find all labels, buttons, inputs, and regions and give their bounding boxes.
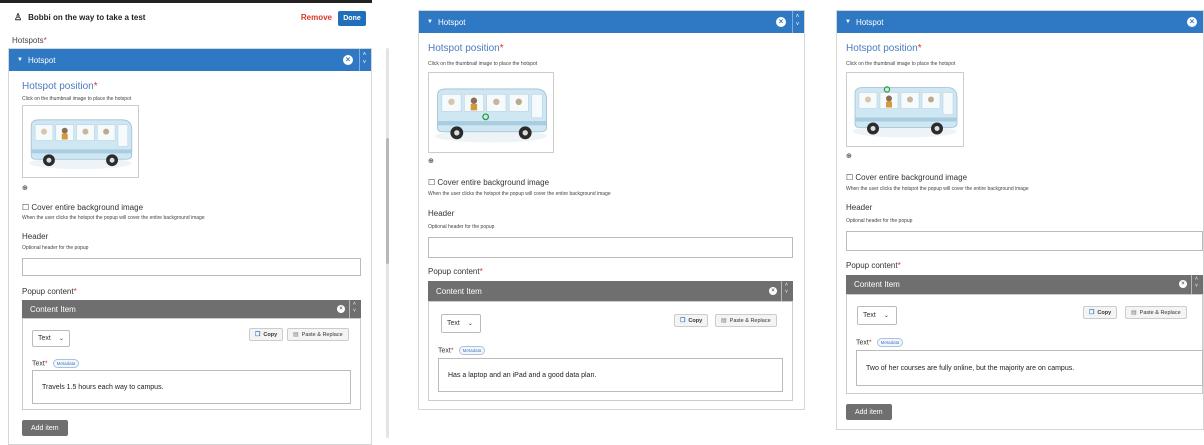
paste-icon: ▤ bbox=[293, 332, 299, 338]
bus-image[interactable] bbox=[22, 105, 139, 178]
header-hint: Optional header for the popup bbox=[846, 218, 913, 224]
hotspot-thumbnail[interactable] bbox=[22, 105, 139, 178]
paste-icon: ▤ bbox=[721, 318, 727, 324]
bus-image[interactable] bbox=[428, 73, 554, 152]
chevron-down-icon: ⌄ bbox=[58, 336, 64, 342]
header-input[interactable] bbox=[428, 237, 793, 258]
metadata-badge[interactable]: Metadata bbox=[876, 338, 904, 347]
zoom-in-icon[interactable]: ⊕ bbox=[428, 157, 434, 165]
reorder-arrows-icon[interactable]: ˄ ˅ bbox=[1191, 275, 1201, 294]
hotspot-editor-panel-3: ▼ Hotspot × Hotspot position* Click on t… bbox=[836, 10, 1204, 430]
popup-text-area[interactable]: Two of her courses are fully online, but… bbox=[856, 350, 1203, 386]
copy-icon: ❐ bbox=[255, 332, 261, 338]
close-circle-icon[interactable]: × bbox=[343, 55, 353, 65]
add-item-button[interactable]: Add item bbox=[846, 404, 892, 420]
person-icon: ♙ bbox=[14, 12, 23, 22]
header-input[interactable] bbox=[846, 231, 1203, 251]
hotspot-thumbnail[interactable] bbox=[846, 72, 964, 147]
content-item-header[interactable]: Content Item × ˄ ˅ bbox=[22, 300, 361, 318]
copy-button[interactable]: ❐ Copy bbox=[1083, 306, 1118, 319]
caret-down-icon[interactable]: ▼ bbox=[17, 57, 23, 63]
content-type-select[interactable]: Text ⌄ bbox=[441, 314, 481, 333]
reorder-arrows-icon[interactable]: ˄ ˅ bbox=[781, 281, 791, 301]
cover-background-checkbox[interactable]: ☐ Cover entire background image bbox=[22, 203, 143, 212]
hotspot-editor-panel-1: ♙ Bobbi on the way to take a test Remove… bbox=[0, 0, 389, 445]
reorder-arrows-icon[interactable]: ˄ ˅ bbox=[349, 300, 359, 318]
close-circle-icon[interactable]: × bbox=[1187, 17, 1197, 27]
popup-text-area[interactable]: Has a laptop and an iPad and a good data… bbox=[438, 358, 783, 392]
required-marker: * bbox=[43, 36, 47, 45]
hotspot-card: ▼ Hotspot × ˄ ˅ Hotspot position* Click o… bbox=[418, 10, 805, 410]
hotspot-card-header[interactable]: ▼ Hotspot × ˄ ˅ bbox=[9, 49, 371, 71]
cover-background-description: When the user clicks the hotspot the pop… bbox=[22, 215, 205, 221]
content-type-select[interactable]: Text ⌄ bbox=[32, 330, 70, 347]
hotspot-card: ▼ Hotspot × ˄ ˅ Hotspot position* Click o… bbox=[8, 48, 372, 445]
content-type-select[interactable]: Text ⌄ bbox=[857, 306, 897, 325]
close-circle-icon[interactable]: × bbox=[1179, 280, 1187, 288]
hotspot-position-title: Hotspot position* bbox=[846, 43, 922, 54]
caret-down-icon[interactable]: ▼ bbox=[845, 19, 851, 25]
chevron-down-icon: ⌄ bbox=[467, 321, 473, 327]
metadata-badge[interactable]: Metadata bbox=[458, 346, 486, 355]
copy-button[interactable]: ❐ Copy bbox=[249, 328, 284, 341]
close-circle-icon[interactable]: × bbox=[769, 287, 777, 295]
hotspot-topbar: ♙ Bobbi on the way to take a test Remove… bbox=[0, 0, 372, 32]
copy-button[interactable]: ❐ Copy bbox=[674, 314, 709, 327]
hotspots-label: Hotspots* bbox=[12, 36, 47, 45]
zoom-in-icon[interactable]: ⊕ bbox=[846, 152, 852, 160]
popup-text-area[interactable]: Travels 1.5 hours each way to campus. bbox=[32, 370, 351, 404]
header-input[interactable] bbox=[22, 258, 361, 276]
hotspot-position-hint: Click on the thumbnail image to place th… bbox=[428, 61, 538, 67]
popup-content-label: Popup content* bbox=[22, 287, 77, 296]
hotspot-card-header[interactable]: ▼ Hotspot × bbox=[837, 11, 1203, 33]
reorder-arrows-icon[interactable]: ˄ ˅ bbox=[359, 49, 369, 71]
caret-down-icon[interactable]: ▼ bbox=[427, 19, 433, 25]
hotspot-card-header[interactable]: ▼ Hotspot × ˄ ˅ bbox=[419, 11, 804, 33]
hotspot-card: ▼ Hotspot × Hotspot position* Click on t… bbox=[836, 10, 1204, 430]
header-label: Header bbox=[428, 209, 455, 218]
content-item-body: Text ⌄ ❐ Copy ▤ Paste & Replace Text* Metada… bbox=[22, 318, 361, 410]
popup-content-label: Popup content* bbox=[846, 261, 901, 270]
hotspot-title: Bobbi on the way to take a test bbox=[28, 13, 146, 22]
text-field-label: Text* Metadata bbox=[32, 359, 80, 368]
paste-icon: ▤ bbox=[1131, 310, 1137, 316]
content-item-body: Text ⌄ ❐ Copy ▤ Paste & Replace Text* Metada… bbox=[846, 294, 1203, 394]
paste-replace-button[interactable]: ▤ Paste & Replace bbox=[287, 328, 349, 341]
remove-link[interactable]: Remove bbox=[301, 13, 332, 22]
cover-background-description: When the user clicks the hotspot the pop… bbox=[428, 191, 611, 197]
copy-icon: ❐ bbox=[680, 318, 686, 324]
hotspot-position-hint: Click on the thumbnail image to place th… bbox=[22, 96, 132, 102]
popup-content-label: Popup content* bbox=[428, 267, 483, 276]
cover-background-checkbox[interactable]: ☐ Cover entire background image bbox=[846, 173, 967, 182]
hotspot-position-title: Hotspot position* bbox=[428, 43, 504, 54]
reorder-arrows-icon[interactable]: ˄ ˅ bbox=[792, 11, 802, 33]
bus-image[interactable] bbox=[846, 73, 964, 146]
hotspot-position-hint: Click on the thumbnail image to place th… bbox=[846, 61, 956, 67]
close-circle-icon[interactable]: × bbox=[776, 17, 786, 27]
paste-replace-button[interactable]: ▤ Paste & Replace bbox=[1125, 306, 1187, 319]
text-field-label: Text* Metadata bbox=[438, 346, 486, 355]
content-item-body: Text ⌄ ❐ Copy ▤ Paste & Replace Text* Metada… bbox=[428, 301, 793, 401]
scrollbar-thumb[interactable] bbox=[386, 138, 389, 264]
copy-icon: ❐ bbox=[1089, 310, 1095, 316]
cover-background-checkbox[interactable]: ☐ Cover entire background image bbox=[428, 178, 549, 187]
hotspot-position-title: Hotspot position* bbox=[22, 81, 98, 92]
header-label: Header bbox=[846, 203, 873, 212]
text-field-label: Text* Metadata bbox=[856, 338, 904, 347]
metadata-badge[interactable]: Metadata bbox=[52, 359, 80, 368]
content-item-header[interactable]: Content Item × ˄ ˅ bbox=[428, 281, 793, 301]
hotspot-editor-panel-2: ▼ Hotspot × ˄ ˅ Hotspot position* Click o… bbox=[418, 10, 805, 410]
add-item-button[interactable]: Add item bbox=[22, 420, 68, 436]
header-hint: Optional header for the popup bbox=[428, 224, 495, 230]
chevron-down-icon: ⌄ bbox=[883, 313, 889, 319]
zoom-in-icon[interactable]: ⊕ bbox=[22, 184, 28, 192]
content-item-header[interactable]: Content Item × ˄ ˅ bbox=[846, 275, 1203, 294]
close-circle-icon[interactable]: × bbox=[337, 305, 345, 313]
paste-replace-button[interactable]: ▤ Paste & Replace bbox=[715, 314, 777, 327]
cover-background-description: When the user clicks the hotspot the pop… bbox=[846, 186, 1029, 192]
header-label: Header bbox=[22, 232, 49, 241]
done-button[interactable]: Done bbox=[338, 11, 366, 26]
hotspot-thumbnail[interactable] bbox=[428, 72, 554, 153]
header-hint: Optional header for the popup bbox=[22, 245, 89, 251]
